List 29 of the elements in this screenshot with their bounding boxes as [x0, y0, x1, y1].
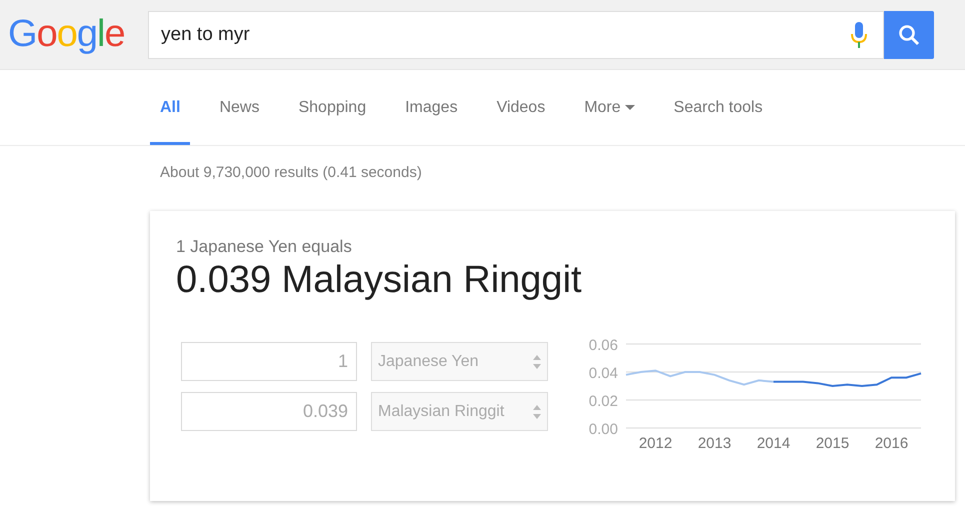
search-tab[interactable]: Search tools	[664, 70, 773, 145]
result-stats: About 9,730,000 results (0.41 seconds)	[159, 163, 423, 183]
conversion-result: 0.039 Malaysian Ringgit	[176, 259, 583, 302]
axis-label: 0.06	[588, 337, 618, 354]
axis-label: 2013	[698, 435, 732, 452]
axis-label: 0.04	[588, 365, 618, 382]
sort-arrows-icon	[533, 404, 541, 418]
axis-label: 0.00	[588, 421, 618, 438]
sort-arrows-icon	[533, 354, 541, 368]
axis-label: 2014	[756, 435, 790, 452]
axis-label: 0.02	[588, 393, 618, 410]
search-tab[interactable]: All	[150, 70, 190, 145]
search-tab[interactable]: Images	[395, 70, 468, 145]
microphone-icon[interactable]	[851, 22, 867, 48]
search-button[interactable]	[884, 10, 934, 58]
amount-field[interactable]: 1	[181, 342, 357, 381]
conversion-caption: 1 Japanese Yen equals	[176, 237, 353, 257]
amount-field[interactable]: 0.039	[181, 392, 357, 431]
axis-label: 2015	[816, 435, 850, 452]
search-field[interactable]: yen to myr	[148, 10, 884, 58]
axis-label: 2016	[874, 435, 908, 452]
search-tab[interactable]: News	[209, 70, 270, 145]
caret-icon	[624, 105, 635, 110]
search-icon	[898, 24, 920, 46]
more-menu[interactable]: More	[574, 70, 645, 145]
axis-label: 2012	[638, 435, 672, 452]
logo[interactable]: Google	[8, 13, 148, 56]
search-tab[interactable]: Shopping	[288, 70, 376, 145]
search-tab[interactable]: Videos	[486, 70, 556, 145]
